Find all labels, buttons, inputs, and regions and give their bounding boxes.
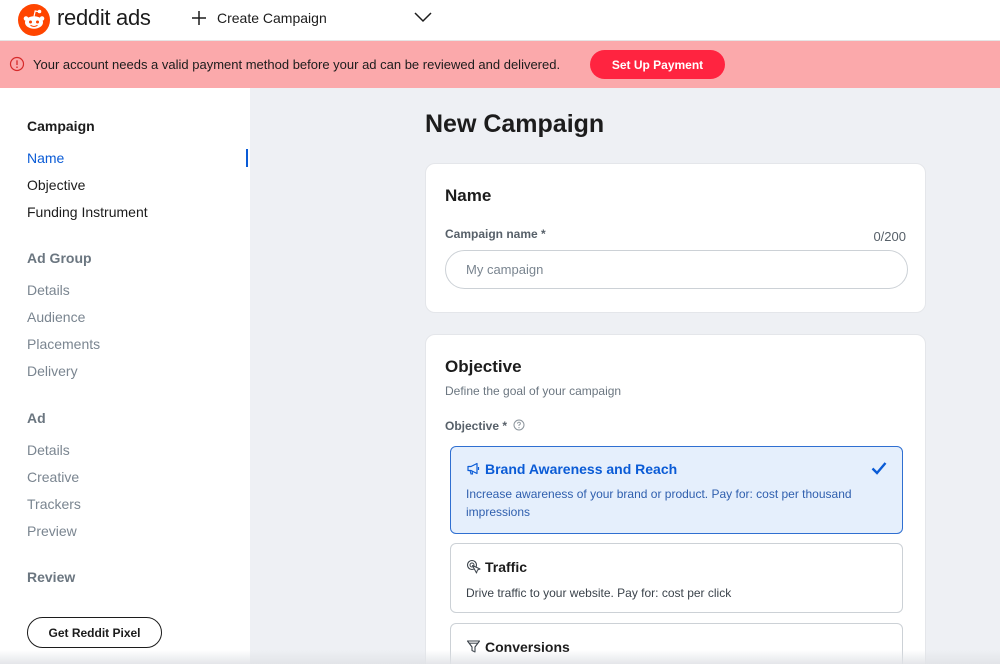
campaign-name-label: Campaign name * [445, 227, 546, 241]
name-card-title: Name [445, 186, 492, 205]
sidebar-section-ad-group: Ad Group [27, 250, 92, 266]
checkmark-icon [871, 462, 887, 475]
objective-option-brand-awareness[interactable]: Brand Awareness and Reach Increase aware… [450, 446, 903, 534]
sidebar-item-delivery[interactable]: Delivery [27, 363, 78, 379]
brand-name: reddit ads [57, 5, 151, 30]
option-description: Drive traffic to your website. Pay for: … [466, 586, 732, 600]
sidebar-item-ad-details[interactable]: Details [27, 442, 70, 458]
option-title: Conversions [485, 639, 570, 655]
sidebar: Campaign Name Objective Funding Instrume… [0, 88, 250, 664]
objective-card-title: Objective [445, 357, 522, 376]
reddit-logo-icon[interactable] [18, 4, 50, 36]
payment-warning-banner: Your account needs a valid payment metho… [0, 41, 1000, 88]
chevron-down-icon[interactable] [412, 8, 434, 26]
option-title: Brand Awareness and Reach [485, 461, 678, 477]
banner-message: Your account needs a valid payment metho… [33, 57, 561, 72]
top-bar: reddit ads Create Campaign [0, 0, 1000, 41]
create-campaign-button[interactable]: Create Campaign [190, 8, 327, 28]
plus-icon [192, 11, 206, 25]
get-reddit-pixel-button[interactable]: Get Reddit Pixel [27, 617, 162, 648]
funnel-icon [466, 640, 481, 653]
objective-card: Objective Define the goal of your campai… [425, 334, 926, 664]
character-counter: 0/200 [873, 229, 906, 244]
megaphone-icon [467, 462, 480, 475]
objective-option-conversions[interactable]: Conversions [450, 623, 903, 664]
sidebar-section-review[interactable]: Review [27, 569, 75, 585]
campaign-name-input[interactable] [445, 250, 908, 289]
sidebar-item-audience[interactable]: Audience [27, 309, 85, 325]
objective-label: Objective * [445, 419, 508, 433]
sidebar-item-trackers[interactable]: Trackers [27, 496, 81, 512]
objective-option-traffic[interactable]: Traffic Drive traffic to your website. P… [450, 543, 903, 613]
sidebar-item-name[interactable]: Name [27, 150, 64, 166]
warning-icon [9, 56, 25, 72]
sidebar-item-ad-group-details[interactable]: Details [27, 282, 70, 298]
sidebar-item-objective[interactable]: Objective [27, 177, 85, 193]
name-card: Name Campaign name * 0/200 [425, 163, 926, 313]
cursor-click-icon [466, 559, 481, 574]
page-title: New Campaign [425, 110, 605, 138]
active-indicator [246, 149, 248, 167]
sidebar-item-creative[interactable]: Creative [27, 469, 79, 485]
option-description: Increase awareness of your brand or prod… [466, 487, 852, 519]
sidebar-item-preview[interactable]: Preview [27, 523, 77, 539]
help-icon[interactable] [513, 419, 525, 431]
option-title: Traffic [485, 559, 528, 575]
set-up-payment-button[interactable]: Set Up Payment [590, 50, 725, 79]
main-content: New Campaign Name Campaign name * 0/200 … [250, 88, 1000, 664]
sidebar-item-funding-instrument[interactable]: Funding Instrument [27, 204, 148, 220]
create-campaign-label: Create Campaign [217, 10, 327, 26]
sidebar-section-campaign: Campaign [27, 118, 95, 134]
sidebar-item-placements[interactable]: Placements [27, 336, 100, 352]
sidebar-section-ad: Ad [27, 410, 46, 426]
objective-subtitle: Define the goal of your campaign [445, 384, 622, 398]
